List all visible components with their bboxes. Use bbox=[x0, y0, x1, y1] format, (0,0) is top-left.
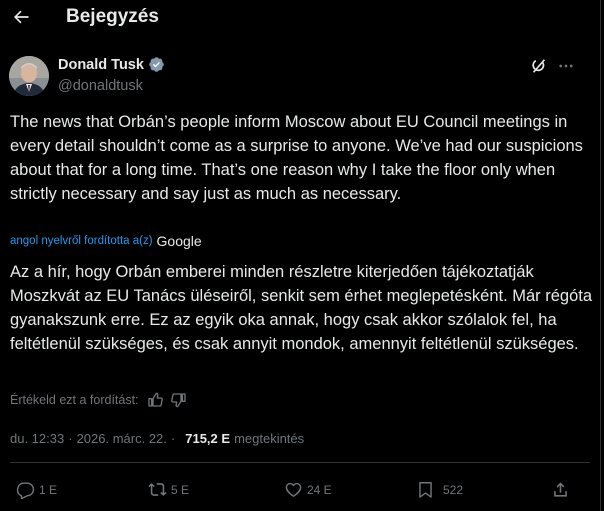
repost-count: 5 E bbox=[171, 482, 190, 497]
action-bar: 1 E 5 E 24 E 522 bbox=[0, 480, 600, 502]
divider bbox=[10, 462, 590, 463]
view-count: 715,2 E bbox=[185, 431, 231, 446]
rate-translation-label: Értékeld ezt a fordítást: bbox=[10, 393, 139, 407]
back-arrow-icon[interactable] bbox=[10, 6, 32, 28]
bookmark-count: 522 bbox=[443, 482, 464, 497]
repost-button[interactable]: 5 E bbox=[148, 480, 189, 499]
share-button[interactable] bbox=[551, 480, 570, 499]
grok-icon[interactable] bbox=[529, 56, 549, 76]
author-handle[interactable]: @donaldtusk bbox=[58, 78, 143, 94]
share-icon bbox=[554, 482, 567, 497]
meta-separator: · bbox=[68, 431, 73, 446]
translated-post-text: Az a hír, hogy Orbán emberei minden rész… bbox=[10, 263, 593, 353]
reply-count: 1 E bbox=[39, 482, 58, 497]
view-count-label: megtekintés bbox=[234, 431, 305, 446]
meta-separator: · bbox=[170, 431, 176, 446]
post-meta: du. 12:33 · 2026. márc. 22. · 715,2 E me… bbox=[10, 431, 304, 446]
like-count: 24 E bbox=[307, 482, 332, 497]
rate-translation: Értékeld ezt a fordítást: bbox=[10, 392, 187, 408]
thumbs-up-icon[interactable] bbox=[147, 392, 163, 408]
thumbs-down-icon[interactable] bbox=[170, 392, 187, 408]
column-border bbox=[600, 0, 601, 511]
avatar[interactable] bbox=[9, 56, 49, 96]
author-name-text: Donald Tusk bbox=[58, 56, 144, 73]
translator-name: Google bbox=[156, 233, 202, 249]
bookmark-button[interactable]: 522 bbox=[416, 480, 463, 499]
verified-badge-icon bbox=[148, 56, 165, 73]
author-name[interactable]: Donald Tusk bbox=[58, 56, 165, 73]
post-time[interactable]: du. 12:33 bbox=[10, 431, 64, 446]
reply-button[interactable]: 1 E bbox=[16, 480, 57, 499]
post-text: The news that Orbán’s people inform Mosc… bbox=[10, 113, 583, 203]
more-icon[interactable] bbox=[556, 56, 576, 76]
page-title: Bejegyzés bbox=[66, 6, 159, 27]
reply-icon bbox=[16, 482, 35, 499]
like-icon bbox=[285, 482, 302, 497]
repost-icon bbox=[148, 483, 167, 496]
page-header: Bejegyzés bbox=[0, 0, 600, 36]
post-page: Bejegyzés Donald Tusk @donaldtusk The ne… bbox=[0, 0, 604, 511]
bookmark-icon bbox=[419, 482, 432, 498]
translation-attribution: angol nyelvről fordította a(z) Google bbox=[10, 233, 202, 249]
translated-by-link[interactable]: angol nyelvről fordította a(z) bbox=[10, 235, 153, 247]
post-date[interactable]: 2026. márc. 22. bbox=[77, 431, 167, 446]
like-button[interactable]: 24 E bbox=[284, 480, 332, 499]
